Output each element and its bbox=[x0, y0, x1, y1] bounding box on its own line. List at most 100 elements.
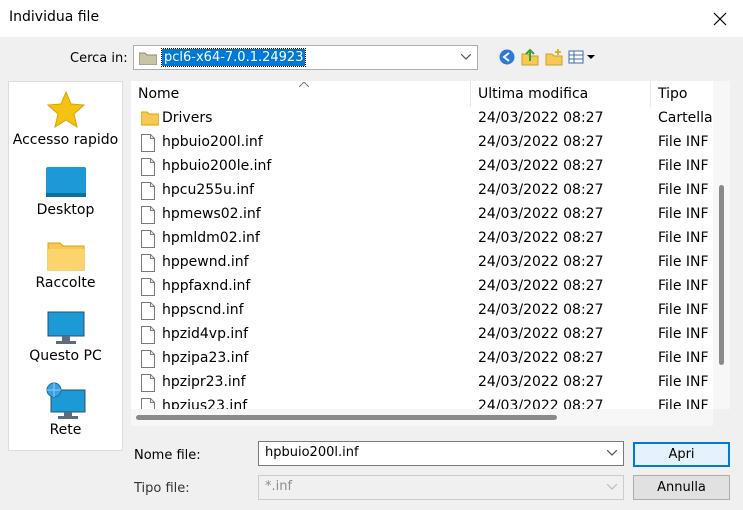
file-name: hppscnd.inf bbox=[162, 302, 244, 318]
place-label: Accesso rapido bbox=[12, 132, 119, 148]
chevron-down-icon[interactable] bbox=[607, 450, 617, 456]
close-button[interactable] bbox=[697, 0, 743, 37]
file-icon bbox=[141, 206, 155, 224]
file-row[interactable]: hpzipa23.inf 24/03/2022 08:27 File INF bbox=[131, 347, 713, 371]
file-type: Cartella bbox=[658, 110, 713, 126]
file-modified: 24/03/2022 08:27 bbox=[478, 398, 604, 409]
button-label: Annulla bbox=[657, 480, 706, 495]
column-header-modified[interactable]: Ultima modifica bbox=[471, 81, 651, 107]
open-button[interactable]: Apri bbox=[633, 442, 730, 467]
file-name: hppewnd.inf bbox=[162, 254, 249, 270]
back-icon[interactable] bbox=[498, 48, 516, 66]
file-icon bbox=[141, 254, 155, 272]
file-modified: 24/03/2022 08:27 bbox=[478, 350, 604, 366]
file-name: hppfaxnd.inf bbox=[162, 278, 251, 294]
file-type: File INF bbox=[658, 134, 709, 150]
file-type: File INF bbox=[658, 398, 709, 409]
filetype-label: Tipo file: bbox=[134, 481, 190, 496]
up-folder-icon[interactable] bbox=[521, 48, 539, 66]
lookin-label: Cerca in: bbox=[70, 51, 128, 66]
file-row[interactable]: hpzipr23.inf 24/03/2022 08:27 File INF bbox=[131, 371, 713, 395]
file-icon bbox=[141, 302, 155, 320]
file-icon bbox=[141, 350, 155, 368]
close-icon bbox=[713, 12, 727, 25]
folder-icon bbox=[139, 52, 157, 65]
scrollbar-thumb[interactable] bbox=[719, 185, 724, 365]
horizontal-scrollbar[interactable] bbox=[131, 409, 713, 426]
scrollbar-thumb[interactable] bbox=[136, 415, 557, 420]
column-label: Ultima modifica bbox=[478, 86, 589, 102]
file-name: hpmldm02.inf bbox=[162, 230, 260, 246]
file-row[interactable]: hppscnd.inf 24/03/2022 08:27 File INF bbox=[131, 299, 713, 323]
file-name: hpzipa23.inf bbox=[162, 350, 249, 366]
file-icon bbox=[141, 230, 155, 248]
place-desktop[interactable]: Desktop bbox=[9, 164, 122, 218]
filetype-value: *.inf bbox=[265, 479, 293, 494]
file-row[interactable]: hpcu255u.inf 24/03/2022 08:27 File INF bbox=[131, 179, 713, 203]
places-bar: Accesso rapido Desktop Raccolte Questo P… bbox=[8, 81, 123, 451]
place-libraries[interactable]: Raccolte bbox=[9, 237, 122, 291]
column-label: Tipo bbox=[658, 86, 688, 102]
file-type: File INF bbox=[658, 374, 709, 390]
button-label: Apri bbox=[668, 447, 695, 462]
file-modified: 24/03/2022 08:27 bbox=[478, 110, 604, 126]
filename-value: hpbuio200l.inf bbox=[265, 445, 359, 460]
file-modified: 24/03/2022 08:27 bbox=[478, 254, 604, 270]
sort-ascending-icon bbox=[299, 82, 309, 88]
file-modified: 24/03/2022 08:27 bbox=[478, 326, 604, 342]
file-modified: 24/03/2022 08:27 bbox=[478, 134, 604, 150]
place-label: Desktop bbox=[36, 202, 95, 218]
lookin-value: pcl6-x64-7.0.1.24923 bbox=[160, 48, 307, 67]
computer-icon bbox=[47, 311, 84, 344]
file-icon bbox=[141, 374, 155, 392]
file-name: hpzipr23.inf bbox=[162, 374, 246, 390]
view-menu-icon[interactable] bbox=[568, 48, 596, 66]
file-row[interactable]: hpmldm02.inf 24/03/2022 08:27 File INF bbox=[131, 227, 713, 251]
file-name: hpbuio200le.inf bbox=[162, 158, 272, 174]
place-label: Questo PC bbox=[29, 348, 102, 364]
file-icon bbox=[141, 134, 155, 152]
file-name: hpzid4vp.inf bbox=[162, 326, 249, 342]
folder-row[interactable]: Drivers 24/03/2022 08:27 Cartella bbox=[131, 107, 713, 131]
star-icon bbox=[46, 90, 85, 129]
filename-field[interactable]: hpbuio200l.inf bbox=[258, 441, 624, 466]
file-modified: 24/03/2022 08:27 bbox=[478, 374, 604, 390]
place-label: Raccolte bbox=[35, 275, 96, 291]
file-icon bbox=[141, 182, 155, 200]
file-row[interactable]: hpzius23.inf 24/03/2022 08:27 File INF bbox=[131, 395, 713, 409]
file-type: File INF bbox=[658, 326, 709, 342]
column-header-type[interactable]: Tipo bbox=[651, 81, 713, 107]
place-quick-access[interactable]: Accesso rapido bbox=[9, 90, 122, 148]
vertical-scrollbar[interactable] bbox=[713, 81, 730, 409]
file-row[interactable]: hppfaxnd.inf 24/03/2022 08:27 File INF bbox=[131, 275, 713, 299]
column-label: Nome bbox=[138, 86, 180, 102]
file-modified: 24/03/2022 08:27 bbox=[478, 278, 604, 294]
file-name: hpmews02.inf bbox=[162, 206, 261, 222]
file-type: File INF bbox=[658, 302, 709, 318]
file-type: File INF bbox=[658, 206, 709, 222]
file-name: hpzius23.inf bbox=[162, 398, 248, 409]
place-network[interactable]: Rete bbox=[9, 382, 122, 438]
file-row[interactable]: hpzid4vp.inf 24/03/2022 08:27 File INF bbox=[131, 323, 713, 347]
lookin-dropdown[interactable]: pcl6-x64-7.0.1.24923 bbox=[133, 45, 478, 70]
file-row[interactable]: hpbuio200le.inf 24/03/2022 08:27 File INF bbox=[131, 155, 713, 179]
new-folder-icon[interactable] bbox=[545, 48, 563, 66]
place-label: Rete bbox=[49, 422, 82, 438]
place-this-pc[interactable]: Questo PC bbox=[9, 310, 122, 364]
file-list[interactable]: Nome Ultima modifica Tipo Drivers 24/03/2… bbox=[131, 81, 713, 409]
file-row[interactable]: hpmews02.inf 24/03/2022 08:27 File INF bbox=[131, 203, 713, 227]
file-modified: 24/03/2022 08:27 bbox=[478, 230, 604, 246]
file-row[interactable]: hppewnd.inf 24/03/2022 08:27 File INF bbox=[131, 251, 713, 275]
file-row[interactable]: hpbuio200l.inf 24/03/2022 08:27 File INF bbox=[131, 131, 713, 155]
file-type: File INF bbox=[658, 158, 709, 174]
file-modified: 24/03/2022 08:27 bbox=[478, 158, 604, 174]
file-modified: 24/03/2022 08:27 bbox=[478, 182, 604, 198]
chevron-down-icon[interactable] bbox=[461, 54, 471, 60]
desktop-icon bbox=[45, 167, 86, 197]
filetype-dropdown[interactable]: *.inf bbox=[258, 475, 624, 500]
chevron-down-icon[interactable] bbox=[607, 484, 617, 490]
window-title: Individua file bbox=[9, 9, 100, 25]
file-type: File INF bbox=[658, 230, 709, 246]
title-bar: Individua file bbox=[0, 0, 743, 37]
cancel-button[interactable]: Annulla bbox=[633, 475, 730, 500]
